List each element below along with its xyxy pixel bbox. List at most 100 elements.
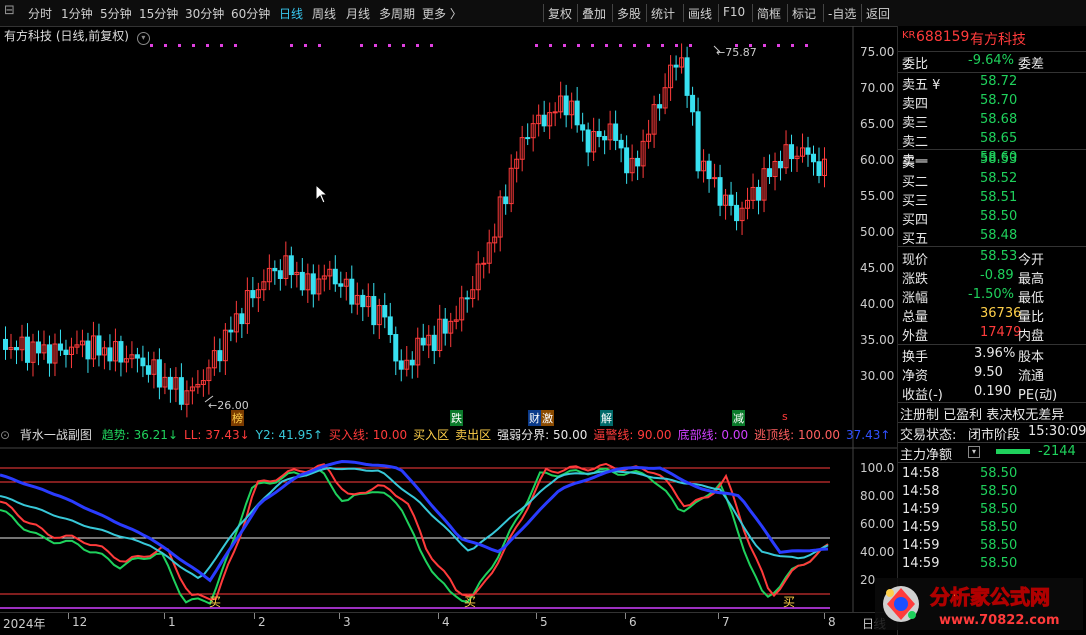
candle-body xyxy=(574,100,580,126)
event-marker[interactable]: 财 xyxy=(528,410,541,426)
stat-row: 涨幅 -1.50% 最低 xyxy=(898,286,1086,306)
event-marker[interactable]: s xyxy=(781,410,789,423)
price-tick-label: 30.00 xyxy=(860,369,895,383)
period-tab-5[interactable]: 60分钟 xyxy=(231,5,270,22)
tick-row: 14:59 58.50 xyxy=(898,555,1086,574)
tick-price: 58.50 xyxy=(980,520,1018,535)
weibi-row: 委比 -9.64% 委差 xyxy=(902,53,1045,72)
candle-body xyxy=(673,64,679,68)
toolbar-separator xyxy=(752,4,753,22)
book-label: 卖三 xyxy=(902,116,929,131)
stat-row: 外盘 17479 内盘 xyxy=(898,324,1086,344)
stat-right-label: PE(动) xyxy=(1018,388,1058,403)
candle-body xyxy=(503,196,509,205)
price-tick-label: 35.00 xyxy=(860,333,895,347)
book-price: 58.51 xyxy=(980,190,1018,205)
legend-item: 买入线: 10.00 xyxy=(328,428,408,442)
tool-button-4[interactable]: 画线 xyxy=(688,5,712,22)
legend-item: 逼警线: 90.00 xyxy=(593,428,672,442)
x-axis-label: 7 xyxy=(722,615,730,629)
tool-button-7[interactable]: 标记 xyxy=(792,5,816,22)
tick-row: 14:59 58.50 xyxy=(898,501,1086,520)
stat-label: 涨幅 xyxy=(902,291,929,306)
x-tick xyxy=(438,613,439,619)
signal-dot xyxy=(647,44,650,47)
flags-row: 注册制 已盈利 表决权无差异 xyxy=(898,403,1086,423)
candle-body xyxy=(63,349,69,355)
book-row: 买五 58.48 xyxy=(898,227,1086,247)
signal-dot xyxy=(619,44,622,47)
stat-row: 涨跌 -0.89 最高 xyxy=(898,267,1086,287)
event-marker[interactable]: 解 xyxy=(600,410,613,426)
signal-dot xyxy=(360,44,363,47)
event-marker[interactable]: 跌 xyxy=(450,410,463,426)
tool-button-6[interactable]: 简框 xyxy=(757,5,781,22)
signal-dot xyxy=(577,44,580,47)
candle-body xyxy=(398,360,404,370)
x-tick xyxy=(339,613,340,619)
period-tab-0[interactable]: 分时 xyxy=(28,5,52,22)
candle-body xyxy=(734,204,740,222)
toolbar-separator xyxy=(861,4,862,22)
book-label: 卖二 xyxy=(902,135,929,150)
candle-body xyxy=(338,283,344,287)
period-tab-4[interactable]: 30分钟 xyxy=(185,5,224,22)
candle-body xyxy=(217,350,223,362)
stat-label: 涨跌 xyxy=(902,272,929,287)
sub-chart-title: 背水一战副图 xyxy=(19,428,92,442)
period-tab-9[interactable]: 多周期 xyxy=(379,5,415,22)
book-row: 卖五 ¥ 58.72 xyxy=(898,73,1086,93)
signal-dot xyxy=(304,44,307,47)
stat-value: 36736 xyxy=(980,306,1022,321)
tool-button-9[interactable]: 返回 xyxy=(866,5,890,22)
candlesticks xyxy=(2,43,828,418)
tool-button-1[interactable]: 叠加 xyxy=(582,5,606,22)
tool-button-5[interactable]: F10 xyxy=(723,5,745,19)
event-marker[interactable]: 减 xyxy=(732,410,745,426)
price-tick-label: 70.00 xyxy=(860,81,895,95)
candle-body xyxy=(684,57,690,96)
quote-panel: KR 688159 有方科技 委比 -9.64% 委差 卖五 ¥58.72 卖四 5… xyxy=(897,26,1086,635)
period-tab-2[interactable]: 5分钟 xyxy=(100,5,132,22)
period-tab-6[interactable]: 日线 xyxy=(279,5,303,22)
x-axis-label: 4 xyxy=(442,615,450,629)
book-price: 58.65 xyxy=(980,131,1018,146)
stat-right-label: 最高 xyxy=(1018,272,1045,287)
tick-time: 14:59 xyxy=(902,556,940,571)
candle-body xyxy=(420,337,426,346)
candle-body xyxy=(613,123,619,141)
book-price: 58.70 xyxy=(980,93,1018,108)
stat-label: 换手 xyxy=(902,350,929,365)
signal-dot xyxy=(234,44,237,47)
tool-button-3[interactable]: 统计 xyxy=(651,5,675,22)
event-marker[interactable]: 榜 xyxy=(231,410,244,426)
candle-body xyxy=(35,341,41,354)
period-tab-7[interactable]: 周线 xyxy=(312,5,336,22)
period-tab-8[interactable]: 月线 xyxy=(346,5,370,22)
candle-body xyxy=(442,318,448,334)
event-marker[interactable]: 激 xyxy=(541,410,554,426)
collapse-icon[interactable]: ⊙ xyxy=(0,428,10,442)
book-row: 买二 58.52 xyxy=(898,170,1086,190)
legend-item: 强弱分界: 50.00 xyxy=(497,428,588,442)
period-tab-1[interactable]: 1分钟 xyxy=(61,5,93,22)
candle-body xyxy=(382,305,388,318)
x-tick xyxy=(625,613,626,619)
period-tab-3[interactable]: 15分钟 xyxy=(139,5,178,22)
stat-right-label: 内盘 xyxy=(1018,329,1045,344)
high-price-label: ←75.87 xyxy=(716,46,757,59)
candle-body xyxy=(299,271,305,291)
period-tab-10[interactable]: 更多 〉 xyxy=(422,5,462,22)
tool-button-2[interactable]: 多股 xyxy=(617,5,641,22)
candle-body xyxy=(431,334,437,352)
toggle-panel-icon[interactable]: ⊟ xyxy=(4,3,15,18)
tool-button-0[interactable]: 复权 xyxy=(548,5,572,22)
tool-button-8[interactable]: -自选 xyxy=(828,5,856,22)
x-tick xyxy=(536,613,537,619)
watermark-url: www.70822.com xyxy=(939,613,1060,628)
tick-price: 58.50 xyxy=(980,538,1018,553)
kline-chart[interactable] xyxy=(0,26,897,612)
stat-label: 外盘 xyxy=(902,329,929,344)
signal-dot xyxy=(402,44,405,47)
stat-value: 58.53 xyxy=(980,249,1018,264)
